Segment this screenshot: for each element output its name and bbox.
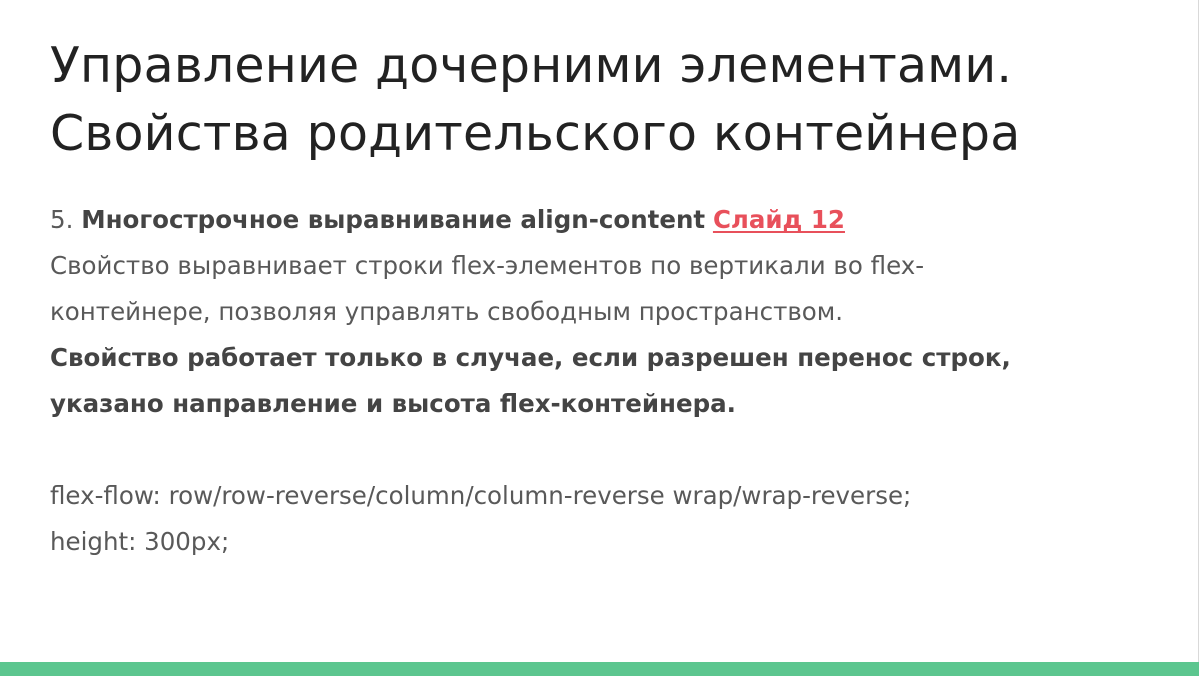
item-heading: Многострочное выравнивание align-content bbox=[81, 205, 706, 234]
slide-body: 5. Многострочное выравнивание align-cont… bbox=[50, 197, 1150, 565]
code-line-1: flex-flow: row/row-reverse/column/column… bbox=[50, 481, 912, 510]
slide-title-line-2: Свойства родительского контейнера bbox=[50, 105, 1021, 162]
code-line-2: height: 300px; bbox=[50, 527, 230, 556]
note-line-1: Свойство работает только в случае, если … bbox=[50, 343, 1011, 372]
description-line-2: контейнере, позволяя управлять свободным… bbox=[50, 297, 844, 326]
blank-spacer bbox=[50, 427, 1150, 473]
slide: Управление дочерними элементами. Свойств… bbox=[0, 0, 1199, 676]
description-line-1: Свойство выравнивает строки flex-элемент… bbox=[50, 251, 925, 280]
slide-link[interactable]: Слайд 12 bbox=[713, 205, 845, 234]
slide-title-line-1: Управление дочерними элементами. bbox=[50, 37, 1013, 94]
item-heading-line: 5. Многострочное выравнивание align-cont… bbox=[50, 197, 1150, 243]
item-number: 5. bbox=[50, 205, 74, 234]
bottom-accent-bar bbox=[0, 662, 1199, 676]
note-line-2: указано направление и высота flex-контей… bbox=[50, 389, 736, 418]
slide-title: Управление дочерними элементами. Свойств… bbox=[50, 32, 1170, 168]
